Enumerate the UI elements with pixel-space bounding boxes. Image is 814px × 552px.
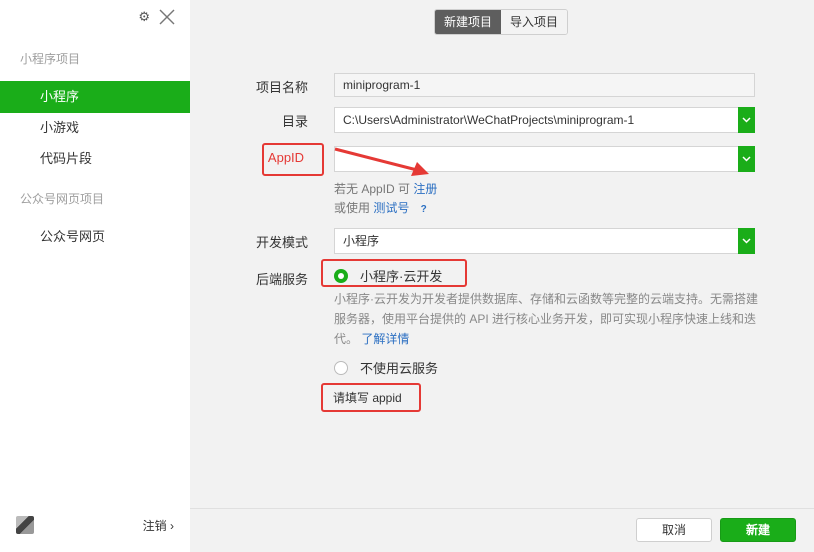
directory-value: C:\Users\Administrator\WeChatProjects\mi… [343, 113, 635, 127]
cloud-dev-option-label: 小程序·云开发 [360, 269, 443, 284]
register-hint: 若无 AppID 可 注册 [334, 180, 437, 197]
logout-label: 注销 [142, 519, 167, 533]
sidebar-footer: 注销 › [0, 508, 190, 552]
sidebar-item-official-web[interactable]: 公众号网页 [0, 221, 190, 253]
project-name-label: 项目名称 [255, 80, 308, 95]
chevron-down-icon[interactable] [738, 107, 755, 133]
close-icon[interactable] [158, 8, 176, 26]
dev-mode-value: 小程序 [343, 234, 380, 248]
create-button[interactable]: 新建 [720, 518, 796, 542]
sidebar-item-miniprogram[interactable]: 小程序 [0, 81, 190, 113]
sidebar: ⚙ 小程序项目 小程序 小游戏 代码片段 公众号网页项目 公众号网页 注销 › [0, 0, 190, 552]
chevron-down-icon[interactable] [738, 228, 755, 254]
radio-checked-icon[interactable] [334, 268, 348, 283]
tab-import-project[interactable]: 导入项目 [501, 10, 568, 34]
radio-no-cloud[interactable]: 不使用云服务 [334, 358, 438, 377]
logout-button[interactable]: 注销 › [143, 517, 174, 534]
section-title-miniprogram: 小程序项目 [20, 52, 81, 66]
test-account-link[interactable]: 测试号 [373, 201, 409, 215]
test-account-hint: 或使用 测试号 ? [334, 199, 431, 217]
chevron-down-icon[interactable] [738, 146, 755, 172]
directory-select[interactable]: C:\Users\Administrator\WeChatProjects\mi… [334, 107, 755, 133]
project-name-input[interactable]: miniprogram-1 [334, 73, 755, 97]
annotation-arrow [334, 147, 429, 176]
register-hint-text: 若无 AppID 可 [334, 182, 411, 196]
sidebar-item-code-snippet[interactable]: 代码片段 [0, 143, 190, 175]
radio-cloud-dev[interactable]: 小程序·云开发 [334, 266, 442, 285]
dev-mode-select[interactable]: 小程序 [334, 228, 755, 254]
test-account-hint-text: 或使用 [334, 201, 371, 215]
gear-icon[interactable]: ⚙ [138, 9, 150, 25]
dev-mode-label: 开发模式 [255, 235, 308, 250]
help-icon[interactable]: ? [417, 203, 431, 217]
section-title-official: 公众号网页项目 [20, 192, 105, 206]
cloud-dev-description: 小程序·云开发为开发者提供数据库、存储和云函数等完整的云端支持。无需搭建服务器，… [334, 289, 764, 349]
appid-warning: 请填写 appid [333, 391, 402, 405]
backend-label: 后端服务 [255, 272, 308, 287]
window-controls: ⚙ [138, 8, 176, 26]
project-tabs: 新建项目 导入项目 [434, 9, 569, 35]
avatar[interactable] [16, 516, 34, 534]
no-cloud-option-label: 不使用云服务 [360, 361, 439, 376]
footer-bar: 取消 新建 [190, 508, 814, 552]
register-link[interactable]: 注册 [413, 182, 437, 196]
main-panel: 新建项目 导入项目 项目名称 miniprogram-1 目录 C:\Users… [190, 0, 814, 552]
radio-unchecked-icon[interactable] [334, 360, 348, 375]
directory-label: 目录 [281, 114, 308, 129]
cancel-button[interactable]: 取消 [636, 518, 712, 542]
chevron-right-icon: › [170, 519, 174, 533]
learn-more-link[interactable]: 了解详情 [361, 332, 409, 346]
appid-label: AppID [267, 150, 305, 165]
tab-new-project[interactable]: 新建项目 [435, 10, 502, 34]
sidebar-item-minigame[interactable]: 小游戏 [0, 112, 190, 144]
